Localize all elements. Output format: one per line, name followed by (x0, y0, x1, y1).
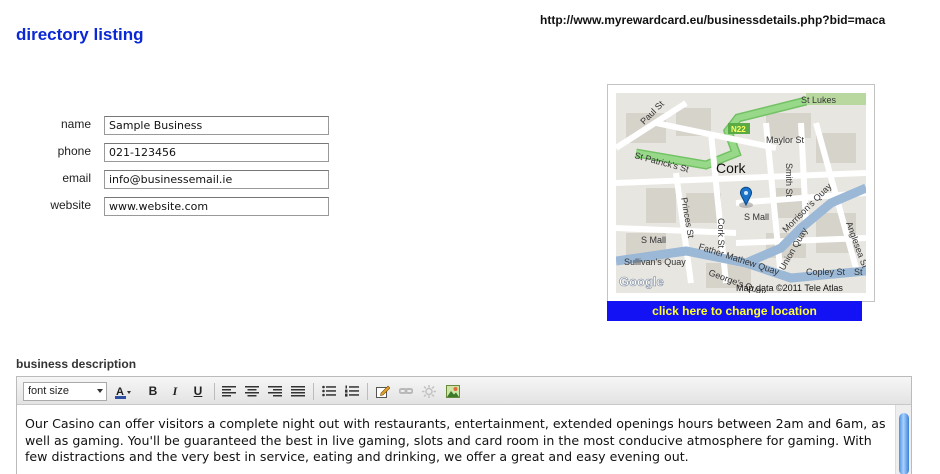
align-center-icon[interactable] (243, 383, 261, 400)
unlink-icon[interactable] (420, 383, 438, 400)
google-logo: Google (619, 274, 664, 289)
map-label: Smith St (784, 163, 794, 198)
map-attribution: Map data ©2011 Tele Atlas (736, 283, 843, 293)
map-label: Maylor St (766, 135, 805, 145)
edit-html-icon[interactable] (374, 383, 392, 400)
map-label: S Mall (641, 235, 666, 245)
font-size-select-label: font size (28, 385, 69, 397)
bullet-list-icon[interactable] (320, 383, 338, 400)
name-row: name (0, 116, 340, 136)
name-label: name (60, 117, 91, 131)
underline-icon[interactable]: U (189, 383, 207, 400)
numbered-list-icon[interactable] (343, 383, 361, 400)
toolbar-separator (367, 383, 368, 400)
page-url: http://www.myrewardcard.eu/businessdetai… (540, 13, 886, 27)
phone-row: phone (0, 143, 340, 163)
page-title: directory listing (16, 25, 144, 44)
description-textarea[interactable]: Our Casino can offer visitors a complete… (17, 405, 895, 474)
align-left-icon[interactable] (220, 383, 238, 400)
website-row: website (0, 197, 340, 217)
scrollbar-thumb[interactable] (899, 413, 909, 474)
website-label: website (50, 198, 91, 212)
map-city-label: Cork (716, 160, 747, 176)
bold-icon[interactable]: B (144, 383, 162, 400)
map-frame: N22 St Lukes Paul St Maylor St St Patric… (607, 84, 875, 302)
map-label: St Lukes (801, 95, 837, 105)
rich-text-editor: font size A B I U Our Casino can offer v… (16, 376, 912, 474)
insert-image-icon[interactable] (444, 383, 462, 400)
website-input[interactable] (104, 197, 329, 216)
route-label: N22 (731, 125, 746, 134)
map-label: St (854, 267, 863, 277)
phone-input[interactable] (104, 143, 329, 162)
email-row: email (0, 170, 340, 190)
name-input[interactable] (104, 116, 329, 135)
map-label: Copley St (806, 267, 846, 277)
align-justify-icon[interactable] (289, 383, 307, 400)
phone-label: phone (57, 144, 91, 158)
toolbar-separator (214, 383, 215, 400)
editor-toolbar: font size A B I U (17, 377, 911, 405)
email-input[interactable] (104, 170, 329, 189)
chevron-down-icon (97, 389, 103, 393)
map-label: Sullivan's Quay (624, 257, 686, 267)
font-size-select[interactable]: font size (23, 382, 107, 401)
location-map[interactable]: N22 St Lukes Paul St Maylor St St Patric… (616, 93, 866, 293)
align-right-icon[interactable] (266, 383, 284, 400)
toolbar-separator (313, 383, 314, 400)
link-icon[interactable] (397, 383, 415, 400)
description-label: business description (16, 357, 137, 371)
map-label: S Mall (744, 212, 769, 222)
change-location-button[interactable]: click here to change location (607, 301, 862, 321)
email-label: email (62, 171, 91, 185)
font-color-icon[interactable]: A (113, 383, 131, 400)
map-label: Cork St (716, 218, 726, 249)
italic-icon[interactable]: I (166, 383, 184, 400)
editor-scrollbar[interactable] (895, 405, 911, 474)
